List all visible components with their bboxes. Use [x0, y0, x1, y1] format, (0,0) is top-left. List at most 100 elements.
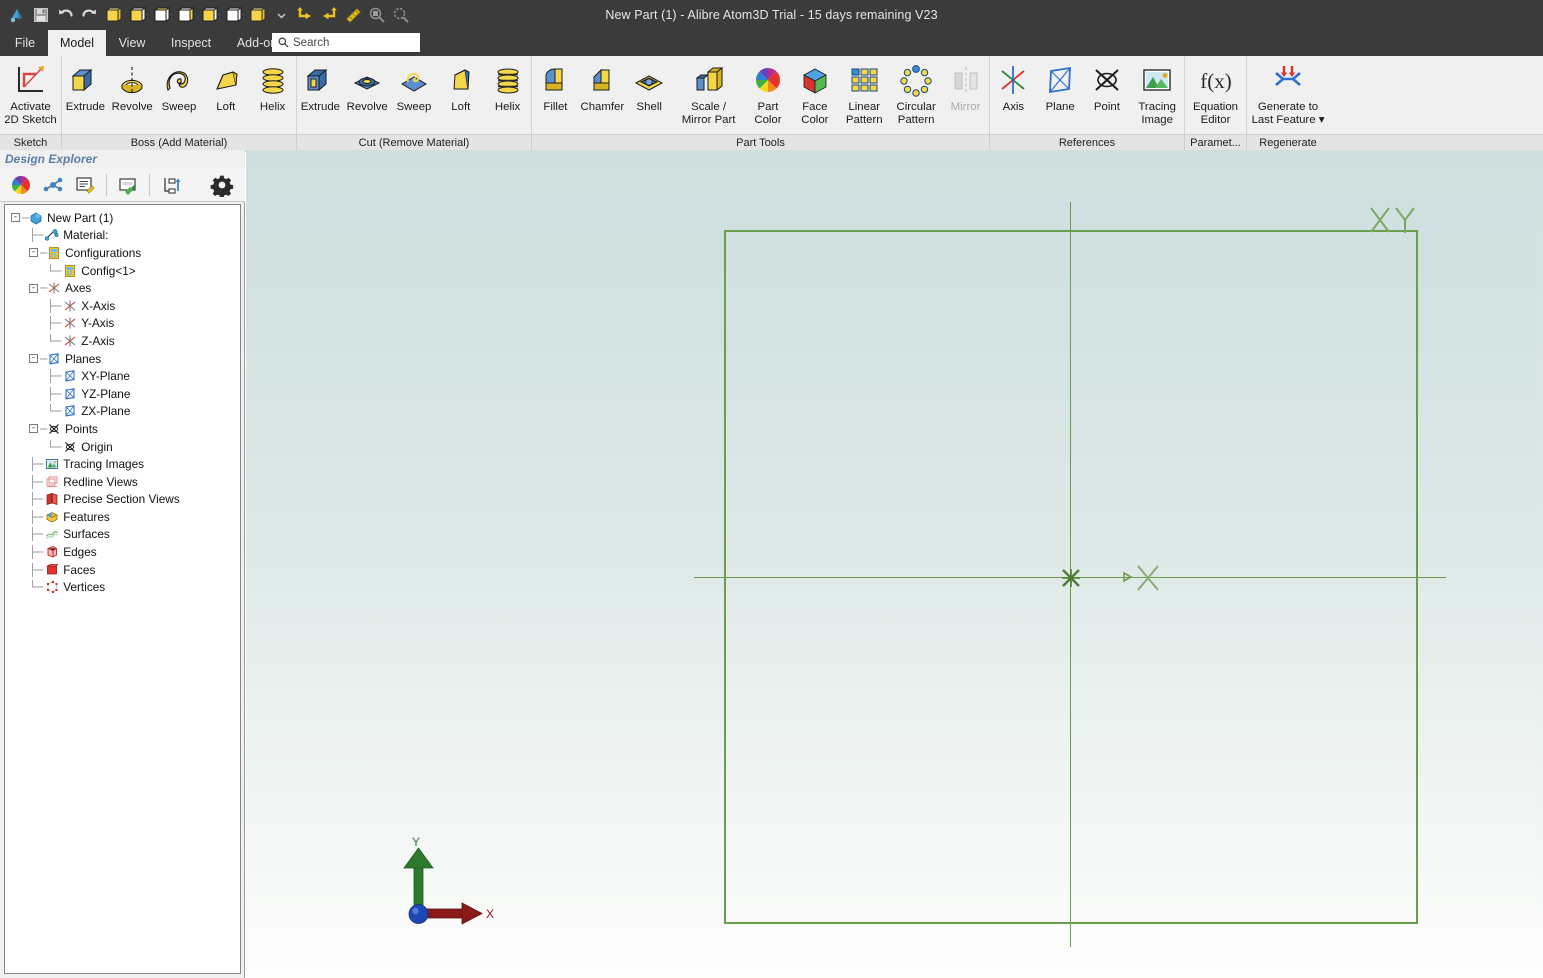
tab-file[interactable]: File: [2, 30, 48, 56]
rotate-ccw-icon[interactable]: [294, 4, 316, 26]
ref-point-button[interactable]: Point: [1084, 56, 1131, 134]
origin-icon[interactable]: [1060, 567, 1082, 589]
undo-icon[interactable]: [54, 4, 76, 26]
ribbon-button-label: Helix: [494, 101, 521, 113]
view-dropdown-icon[interactable]: [270, 4, 292, 26]
tree-item-y-axis[interactable]: ├─ Y-Axis: [5, 315, 240, 333]
tree-item-config-1[interactable]: └─ Config<1>: [5, 262, 240, 280]
cut-extrude-button[interactable]: Extrude: [297, 56, 344, 134]
ribbon-button-label: Equation Editor: [1193, 101, 1238, 126]
tree-item-edges[interactable]: ├─ Edges: [5, 543, 240, 561]
tree-item-zx-plane[interactable]: └─ ZX-Plane: [5, 403, 240, 421]
view-back-icon[interactable]: [198, 4, 220, 26]
view-bottom-icon[interactable]: [222, 4, 244, 26]
activate-2d-sketch-button[interactable]: Activate 2D Sketch: [0, 56, 61, 134]
settings-gear-icon[interactable]: [209, 172, 235, 198]
view-right-icon[interactable]: [174, 4, 196, 26]
tree-item-z-axis[interactable]: └─ Z-Axis: [5, 332, 240, 350]
tree-expander[interactable]: -: [29, 424, 38, 434]
linear-pattern-button[interactable]: Linear Pattern: [838, 56, 890, 134]
circular-pattern-icon: [899, 60, 933, 100]
tree-item-vertices[interactable]: └─ Vertices: [5, 578, 240, 596]
generate-last-feature-button[interactable]: Generate to Last Feature ▾: [1247, 56, 1329, 134]
tree-item-precise-section-views[interactable]: ├─ Precise Section Views: [5, 491, 240, 509]
relations-icon[interactable]: [40, 172, 66, 198]
zoom-fit-icon[interactable]: [390, 4, 412, 26]
ribbon-button-label: Axis: [1002, 101, 1025, 113]
tree-item-tracing-images[interactable]: ├─ Tracing Images: [5, 455, 240, 473]
ribbon-button-label: Revolve: [346, 101, 388, 113]
notes-icon[interactable]: [72, 172, 98, 198]
tree-item-x-axis[interactable]: ├─ X-Axis: [5, 297, 240, 315]
tree-item-material[interactable]: ├─ Material:: [5, 227, 240, 245]
tree-item-features[interactable]: ├─ Features: [5, 508, 240, 526]
tab-view[interactable]: View: [106, 30, 158, 56]
ribbon-button-label: Helix: [259, 101, 286, 113]
tree-item-planes[interactable]: - ─ Planes: [5, 350, 240, 368]
tree-connector: └─: [29, 580, 44, 595]
tree-item-yz-plane[interactable]: ├─ YZ-Plane: [5, 385, 240, 403]
tracing-image-button[interactable]: Tracing Image: [1130, 56, 1184, 134]
measure-icon[interactable]: [342, 4, 364, 26]
shell-button[interactable]: Shell: [626, 56, 673, 134]
boss-loft-button[interactable]: Loft: [202, 56, 249, 134]
tree-item-axes[interactable]: - ─ Axes: [5, 279, 240, 297]
tree-connector: └─: [47, 263, 62, 278]
ribbon-button-label: Chamfer: [580, 101, 625, 113]
search-box[interactable]: Search: [272, 33, 420, 52]
save-icon[interactable]: [30, 4, 52, 26]
title-bar: New Part (1) - Alibre Atom3D Trial - 15 …: [0, 0, 1543, 30]
tab-model[interactable]: Model: [48, 30, 106, 56]
collapse-tree-icon[interactable]: [158, 172, 184, 198]
scale-mirror-part-button[interactable]: Scale / Mirror Part: [673, 56, 745, 134]
alibre-logo-icon[interactable]: [6, 4, 28, 26]
tree-item-origin[interactable]: └─ Origin: [5, 438, 240, 456]
color-wheel-icon[interactable]: [8, 172, 34, 198]
fillet-button[interactable]: Fillet: [532, 56, 579, 134]
viewport-right-edge: [1536, 150, 1543, 978]
tree-item-new-part-1[interactable]: - ─ New Part (1): [5, 209, 240, 227]
tree-item-xy-plane[interactable]: ├─ XY-Plane: [5, 367, 240, 385]
tree-item-points[interactable]: - ─ Points: [5, 420, 240, 438]
tree-item-label: Planes: [65, 351, 102, 366]
design-explorer-tree[interactable]: - ─ New Part (1) ├─ Material: - ─ Configuration…: [4, 204, 241, 974]
boss-helix-button[interactable]: Helix: [249, 56, 296, 134]
cut-revolve-button[interactable]: Revolve: [344, 56, 391, 134]
ref-plane-button[interactable]: Plane: [1037, 56, 1084, 134]
zoom-window-icon[interactable]: [366, 4, 388, 26]
cut-helix-button[interactable]: Helix: [484, 56, 531, 134]
equation-editor-button[interactable]: f(x) Equation Editor: [1185, 56, 1246, 134]
rename-icon[interactable]: [115, 172, 141, 198]
part-color-button[interactable]: Part Color: [745, 56, 792, 134]
redo-icon[interactable]: [78, 4, 100, 26]
tree-expander[interactable]: -: [29, 283, 38, 293]
view-shaded-icon[interactable]: [246, 4, 268, 26]
tree-expander[interactable]: -: [29, 354, 38, 364]
ribbon-button-label: Sweep: [161, 101, 197, 113]
view-iso-icon[interactable]: [102, 4, 124, 26]
tree-item-label: Z-Axis: [81, 333, 115, 348]
graphics-viewport[interactable]: Y X: [246, 150, 1543, 978]
face-color-button[interactable]: Face Color: [791, 56, 838, 134]
ribbon-button-label: Plane: [1045, 101, 1075, 113]
cut-sweep-button[interactable]: Sweep: [391, 56, 438, 134]
tree-expander[interactable]: -: [11, 213, 20, 223]
rotate-cw-icon[interactable]: [318, 4, 340, 26]
tree-item-redline-views[interactable]: ├─ Redline Views: [5, 473, 240, 491]
ref-axis-button[interactable]: Axis: [990, 56, 1037, 134]
boss-extrude-button[interactable]: Extrude: [62, 56, 109, 134]
cut-loft-button[interactable]: Loft: [437, 56, 484, 134]
tab-inspect[interactable]: Inspect: [158, 30, 224, 56]
circular-pattern-button[interactable]: Circular Pattern: [890, 56, 942, 134]
chamfer-button[interactable]: Chamfer: [579, 56, 626, 134]
boss-sweep-button[interactable]: Sweep: [156, 56, 203, 134]
boss-revolve-button[interactable]: Revolve: [109, 56, 156, 134]
tree-connector: ├─: [29, 527, 44, 542]
tree-expander[interactable]: -: [29, 248, 38, 258]
tree-item-faces[interactable]: ├─ Faces: [5, 561, 240, 579]
tree-item-surfaces[interactable]: ├─ Surfaces: [5, 526, 240, 544]
tree-item-configurations[interactable]: - ─ Configurations: [5, 244, 240, 262]
view-top-icon[interactable]: [150, 4, 172, 26]
view-front-icon[interactable]: [126, 4, 148, 26]
ribbon-group-part-tools: Fillet Chamfer Shell Scale / Mirror Part Par…: [532, 56, 990, 134]
